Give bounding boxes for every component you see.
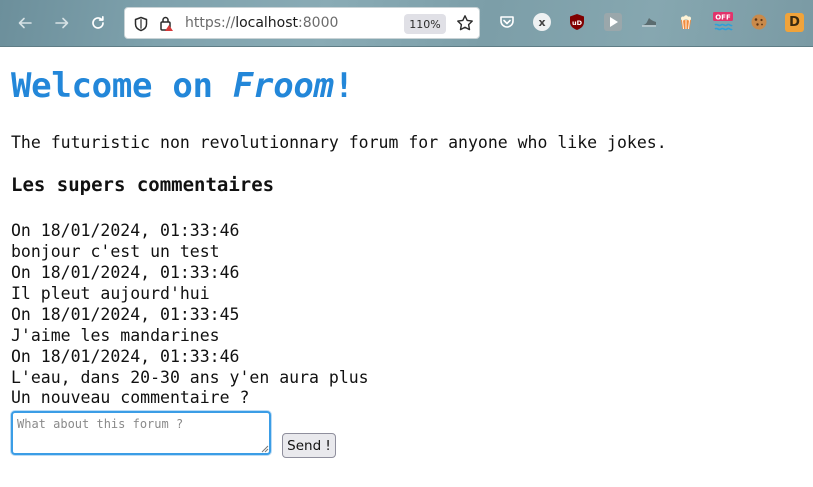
- off-badge-extension-icon[interactable]: OFF: [713, 12, 733, 31]
- lock-warning-icon[interactable]: [158, 15, 174, 32]
- resize-grip-icon[interactable]: [259, 443, 269, 453]
- comment-date: On 18/01/2024, 01:33:46: [11, 221, 240, 240]
- forward-button[interactable]: [50, 11, 74, 35]
- new-comment-label: Un nouveau commentaire ?: [11, 388, 250, 407]
- pocket-icon[interactable]: [498, 13, 516, 31]
- url-host: localhost: [235, 15, 299, 31]
- url-port: :8000: [298, 15, 339, 31]
- comment-text: J'aime les mandarines: [11, 326, 220, 345]
- comment-date: On 18/01/2024, 01:33:46: [11, 347, 240, 366]
- comments-section-title: Les supers commentaires: [11, 174, 275, 196]
- cookie-icon[interactable]: [750, 13, 768, 31]
- url-text[interactable]: https://localhost:8000: [185, 15, 338, 31]
- reload-icon: [92, 15, 104, 29]
- play-extension-icon[interactable]: [604, 13, 622, 31]
- title-prefix: Welcome on: [11, 66, 233, 106]
- comment-text: L'eau, dans 20-30 ans y'en aura plus: [11, 368, 369, 387]
- send-button[interactable]: Send !: [282, 433, 336, 458]
- comment-date: On 18/01/2024, 01:33:45: [11, 305, 240, 324]
- ublock-label: uD: [572, 19, 583, 27]
- comment-text: Il pleut aujourd'hui: [11, 284, 210, 303]
- browser-toolbar: https://localhost:8000 110% x uD OFF D: [0, 0, 813, 47]
- new-comment-textarea[interactable]: [11, 411, 271, 455]
- back-button[interactable]: [13, 11, 37, 35]
- ublock-icon[interactable]: uD: [568, 13, 586, 31]
- shield-icon[interactable]: [133, 16, 149, 32]
- off-badge-label: OFF: [715, 14, 731, 22]
- x-extension-label: x: [538, 15, 546, 29]
- title-suffix: !: [333, 66, 354, 106]
- d-extension-label: D: [789, 15, 800, 30]
- comment-date: On 18/01/2024, 01:33:46: [11, 263, 240, 282]
- zoom-indicator[interactable]: 110%: [404, 14, 446, 34]
- tagline: The futuristic non revolutionnary forum …: [11, 133, 667, 152]
- comment-list: On 18/01/2024, 01:33:46 bonjour c'est un…: [11, 220, 369, 388]
- page-title: Welcome on Froom!: [11, 66, 354, 106]
- title-brand: Froom: [232, 66, 334, 106]
- comment-text: bonjour c'est un test: [11, 242, 220, 261]
- url-protocol: https://: [185, 15, 236, 31]
- address-bar[interactable]: https://localhost:8000 110%: [124, 7, 480, 39]
- x-extension-icon[interactable]: x: [533, 13, 551, 31]
- shoe-extension-icon[interactable]: [640, 13, 658, 31]
- arrow-right-icon: [55, 17, 69, 29]
- bookmark-star-icon[interactable]: [456, 14, 474, 32]
- page-content: Welcome on Froom! The futuristic non rev…: [0, 48, 813, 487]
- reload-button[interactable]: [86, 11, 110, 35]
- popcorn-icon[interactable]: [677, 13, 695, 31]
- arrow-left-icon: [18, 17, 32, 29]
- d-extension-icon[interactable]: D: [785, 13, 804, 32]
